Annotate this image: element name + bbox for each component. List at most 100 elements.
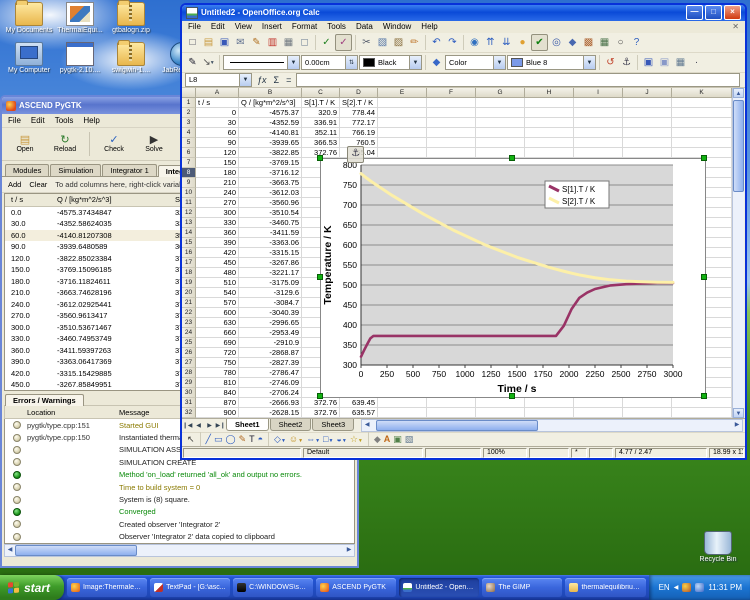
cell-B31[interactable]: -2666.93 (239, 398, 302, 408)
cell-E4[interactable] (378, 128, 427, 138)
line-style-select[interactable]: ▼ (223, 55, 300, 70)
selection-handle[interactable] (509, 155, 515, 161)
error-row[interactable]: Time to build system = 0 (5, 481, 354, 493)
symbol-shapes-icon[interactable]: ☺▼ (289, 434, 303, 444)
cell-B30[interactable]: -2706.24 (239, 388, 302, 398)
page-preview-icon[interactable]: ◻ (297, 35, 312, 50)
anchor-toggle-icon[interactable]: ⚓ (619, 55, 634, 70)
cell-B11[interactable]: -3560.96 (239, 198, 302, 208)
cell-H32[interactable] (525, 408, 574, 418)
error-row[interactable]: Converged (5, 506, 354, 518)
clear-button[interactable]: Clear (29, 180, 47, 189)
row-header-2[interactable]: 2 (182, 108, 196, 118)
cell-A9[interactable]: 210 (196, 178, 239, 188)
cell-D32[interactable]: 635.57 (340, 408, 378, 418)
spellcheck-icon[interactable]: ✓ (319, 35, 334, 50)
cell-K1[interactable] (672, 98, 732, 108)
more-options-icon[interactable]: · (689, 55, 704, 70)
hyperlink-icon[interactable]: ◉ (467, 35, 482, 50)
print-icon[interactable]: ▦ (281, 35, 296, 50)
scrollbar-thumb[interactable] (376, 420, 538, 431)
extrusion-icon[interactable]: ▧ (405, 434, 414, 445)
error-row[interactable]: System is (8) square. (5, 493, 354, 505)
cell-K5[interactable] (672, 138, 732, 148)
cell-B10[interactable]: -3612.03 (239, 188, 302, 198)
row-header-14[interactable]: 14 (182, 228, 196, 238)
calc-menu-help[interactable]: Help (421, 22, 437, 31)
column-header-E[interactable]: E (378, 88, 427, 98)
format-paintbrush-icon[interactable]: ✏ (407, 35, 422, 50)
calc-menu-format[interactable]: Format (292, 22, 317, 31)
column-header-G[interactable]: G (476, 88, 525, 98)
cell-A32[interactable]: 900 (196, 408, 239, 418)
ascend-menu-file[interactable]: File (8, 116, 21, 125)
cell-J3[interactable] (623, 118, 672, 128)
cell-B20[interactable]: -3129.6 (239, 288, 302, 298)
row-header-1[interactable]: 1 (182, 98, 196, 108)
scroll-left-arrow[interactable]: ◀ (362, 421, 372, 430)
cell-F5[interactable] (427, 138, 476, 148)
display-tray-icon[interactable] (695, 583, 704, 592)
row-header-7[interactable]: 7 (182, 158, 196, 168)
scrollbar-thumb[interactable] (733, 100, 744, 192)
cell-G31[interactable] (476, 398, 525, 408)
cell-G3[interactable] (476, 118, 525, 128)
selection-handle[interactable] (701, 393, 707, 399)
cell-C2[interactable]: 320.9 (302, 108, 340, 118)
edit-points-icon[interactable]: ◆ (374, 434, 381, 445)
cell-I31[interactable] (574, 398, 623, 408)
zoom-icon[interactable]: ○ (613, 35, 628, 50)
row-header-3[interactable]: 3 (182, 118, 196, 128)
cell-A15[interactable]: 390 (196, 238, 239, 248)
freeform-tool-icon[interactable]: ✎ (239, 434, 247, 445)
autospellcheck-icon[interactable]: ✓ (335, 34, 352, 51)
column-header-K[interactable]: K (672, 88, 732, 98)
cell-A1[interactable]: t / s (196, 98, 239, 108)
embedded-chart[interactable]: 3003504004505005506006507007508000250500… (320, 158, 706, 398)
ellipse-tool-icon[interactable]: ◯ (225, 434, 235, 445)
new-icon[interactable]: □ (185, 35, 200, 50)
selection-handle[interactable] (317, 155, 323, 161)
row-header-24[interactable]: 24 (182, 328, 196, 338)
cell-I32[interactable] (574, 408, 623, 418)
cell-C4[interactable]: 352.11 (302, 128, 340, 138)
calc-menu-view[interactable]: View (235, 22, 252, 31)
tab-simulation[interactable]: Simulation (50, 164, 101, 176)
row-header-9[interactable]: 9 (182, 178, 196, 188)
taskbar-button-firefox[interactable]: Image:Thermaleq... (67, 578, 147, 597)
cell-A26[interactable]: 720 (196, 348, 239, 358)
save-icon[interactable]: ▣ (217, 35, 232, 50)
tab-integrator-1[interactable]: Integrator 1 (102, 164, 156, 176)
cell-A3[interactable]: 30 (196, 118, 239, 128)
cell-F31[interactable] (427, 398, 476, 408)
column-header-F[interactable]: F (427, 88, 476, 98)
cell-B6[interactable]: -3822.85 (239, 148, 302, 158)
cell-B28[interactable]: -2786.47 (239, 368, 302, 378)
line-color-select[interactable]: Black▼ (359, 55, 422, 70)
cell-E2[interactable] (378, 108, 427, 118)
cell-A7[interactable]: 150 (196, 158, 239, 168)
cell-A19[interactable]: 510 (196, 278, 239, 288)
cell-G1[interactable] (476, 98, 525, 108)
cell-H31[interactable] (525, 398, 574, 408)
from-file-icon[interactable]: ▣ (393, 434, 402, 445)
cell-D4[interactable]: 766.19 (340, 128, 378, 138)
cell-A14[interactable]: 360 (196, 228, 239, 238)
selection-handle[interactable] (701, 274, 707, 280)
first-sheet-button[interactable]: ❙◀ (182, 422, 193, 429)
cell-B8[interactable]: -3716.12 (239, 168, 302, 178)
cell-B7[interactable]: -3769.15 (239, 158, 302, 168)
row-header-27[interactable]: 27 (182, 358, 196, 368)
grid-vscrollbar[interactable]: ▲ ▼ (732, 88, 744, 418)
export-pdf-icon[interactable]: ▥ (265, 35, 280, 50)
cell-B24[interactable]: -2953.49 (239, 328, 302, 338)
selection-handle[interactable] (509, 393, 515, 399)
taskbar-button-cmd[interactable]: C:\WINDOWS\sys... (233, 578, 313, 597)
close-button[interactable]: × (724, 5, 741, 20)
calc-titlebar[interactable]: Untitled2 - OpenOffice.org Calc — □ × (182, 5, 745, 21)
taskbar-button-gimp[interactable]: The GIMP (482, 578, 562, 597)
send-to-back-icon[interactable]: ▣ (657, 55, 672, 70)
cell-B9[interactable]: -3663.75 (239, 178, 302, 188)
cell-B4[interactable]: -4140.81 (239, 128, 302, 138)
cell-A29[interactable]: 810 (196, 378, 239, 388)
